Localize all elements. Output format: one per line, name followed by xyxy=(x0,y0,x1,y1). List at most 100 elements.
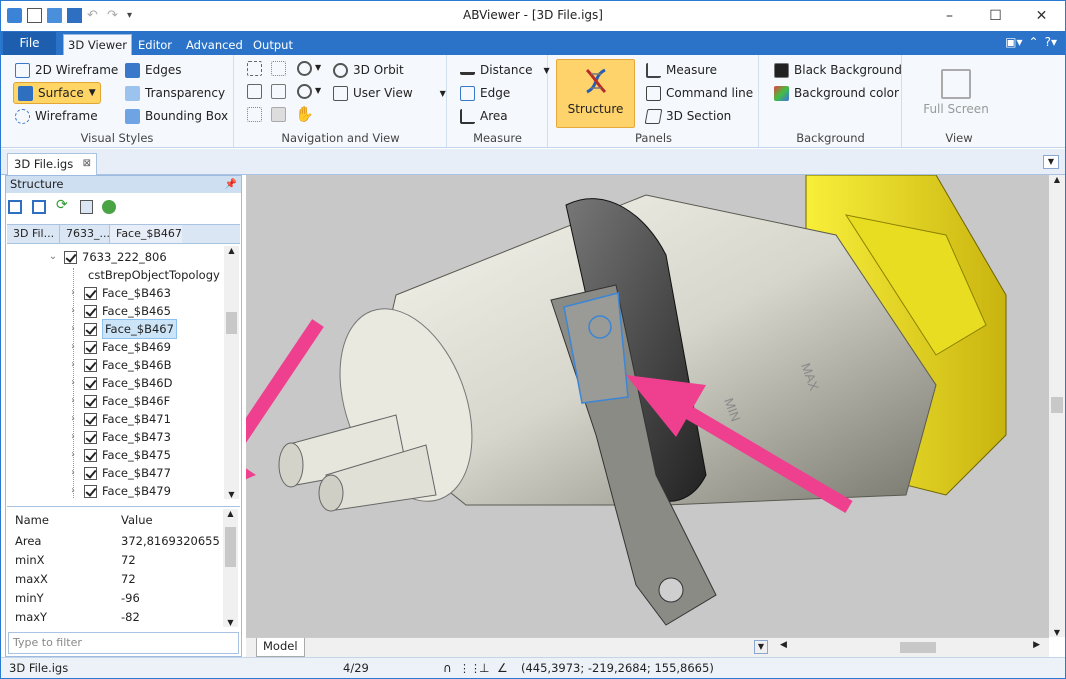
style-menu-icon[interactable]: ▣▾ xyxy=(1005,35,1022,49)
edge-measure-button[interactable]: Edge xyxy=(460,83,510,103)
tree-item-face[interactable]: › Face_$B465 xyxy=(68,302,171,320)
full-screen-button[interactable]: Full Screen xyxy=(903,102,1009,116)
pan-icon[interactable] xyxy=(247,84,262,99)
tab-3d-viewer[interactable]: 3D Viewer xyxy=(63,34,132,55)
property-row[interactable]: minX 72 xyxy=(7,551,227,570)
area-button[interactable]: Area xyxy=(460,106,508,126)
scroll-left-icon[interactable]: ◀ xyxy=(780,640,787,650)
tree-item-face[interactable]: › Face_$B473 xyxy=(68,428,171,446)
zoom-window-icon[interactable] xyxy=(271,61,286,76)
scrollbar-thumb[interactable] xyxy=(900,642,936,653)
measure-panel-button[interactable]: Measure xyxy=(646,60,717,80)
tree-item-face[interactable]: › Face_$B46B xyxy=(68,356,171,374)
tree-scrollbar[interactable]: ▲ ▼ xyxy=(224,246,239,499)
3d-viewport[interactable]: MIN MAX xyxy=(246,175,1049,637)
checkbox[interactable] xyxy=(84,376,97,390)
scroll-down-icon[interactable]: ▼ xyxy=(224,490,239,499)
wireframe-button[interactable]: Wireframe xyxy=(15,106,98,126)
close-tab-icon[interactable]: ⊠ xyxy=(83,154,91,174)
pin-icon[interactable]: 📌 xyxy=(225,176,237,193)
property-row[interactable]: maxX 72 xyxy=(7,570,227,589)
scroll-down-icon[interactable]: ▼ xyxy=(1049,628,1065,637)
checkbox[interactable] xyxy=(84,430,97,444)
expanded-chevron-icon[interactable]: ⌄ xyxy=(48,248,58,266)
tree-item-face[interactable]: › Face_$B475 xyxy=(68,446,171,464)
tab-advanced[interactable]: Advanced xyxy=(182,35,247,55)
checkbox[interactable] xyxy=(84,358,97,372)
zoom-extents-icon[interactable] xyxy=(247,61,262,76)
edges-button[interactable]: Edges xyxy=(125,60,181,80)
help-icon[interactable]: ?▾ xyxy=(1045,35,1057,49)
checkbox[interactable] xyxy=(84,466,97,480)
scroll-up-icon[interactable]: ▲ xyxy=(224,246,239,255)
tab-output[interactable]: Output xyxy=(249,35,297,55)
tree-item-face[interactable]: › Face_$B463 xyxy=(68,284,171,302)
tree-item-face[interactable]: › Face_$B477 xyxy=(68,464,171,482)
expand-all-icon[interactable] xyxy=(32,200,46,214)
checkbox[interactable] xyxy=(64,250,77,264)
tab-editor[interactable]: Editor xyxy=(134,35,176,55)
2d-wireframe-button[interactable]: 2D Wireframe xyxy=(15,60,118,80)
black-background-button[interactable]: Black Background xyxy=(774,60,902,80)
property-row[interactable]: Area 372,8169320655... xyxy=(7,532,227,551)
property-row[interactable]: maxY -82 xyxy=(7,608,227,627)
scrollbar-thumb[interactable] xyxy=(226,312,237,334)
maximize-button[interactable]: ☐ xyxy=(973,1,1018,31)
scroll-down-icon[interactable]: ▼ xyxy=(223,618,238,627)
ortho-icon[interactable]: ⊥ xyxy=(479,658,489,678)
fit-icon[interactable] xyxy=(271,84,286,99)
scrollbar-thumb[interactable] xyxy=(1051,397,1063,413)
scrollbar-thumb[interactable] xyxy=(225,527,236,567)
command-line-button[interactable]: Command line xyxy=(646,83,753,103)
structure-button[interactable]: Structure xyxy=(556,59,635,128)
viewport-vertical-scrollbar[interactable]: ▲ ▼ xyxy=(1049,175,1065,637)
checkbox[interactable] xyxy=(84,322,97,336)
scroll-up-icon[interactable]: ▲ xyxy=(1049,175,1065,184)
distance-button[interactable]: Distance ▼ xyxy=(460,60,550,80)
snap-magnet-icon[interactable]: ∩ xyxy=(443,658,452,678)
3d-orbit-button[interactable]: 3D Orbit xyxy=(333,60,404,80)
hand-icon[interactable]: ✋ xyxy=(295,105,314,123)
breadcrumb-item[interactable]: 7633_... xyxy=(59,225,110,243)
tree-item-face[interactable]: › Face_$B46F xyxy=(68,392,170,410)
properties-scrollbar[interactable]: ▲ ▼ xyxy=(223,509,238,627)
layout-dropdown-icon[interactable]: ▼ xyxy=(754,640,768,654)
minimize-button[interactable]: – xyxy=(927,1,972,31)
breadcrumb-item[interactable]: Face_$B467 xyxy=(109,225,182,243)
checkbox[interactable] xyxy=(84,304,97,318)
collapse-ribbon-icon[interactable]: ⌃ xyxy=(1029,35,1039,49)
horizontal-scrollbar[interactable]: ◀ ▶ xyxy=(780,640,1040,655)
tree-item-face[interactable]: › Face_$B469 xyxy=(68,338,171,356)
bounding-box-button[interactable]: Bounding Box xyxy=(125,106,228,126)
transparency-button[interactable]: Transparency xyxy=(125,83,225,103)
surface-button[interactable]: Surface ▼ xyxy=(13,82,101,104)
scroll-right-icon[interactable]: ▶ xyxy=(1033,640,1040,650)
dropdown-arrow-icon[interactable]: ▼ xyxy=(315,86,321,95)
user-view-button[interactable]: User View ▼ xyxy=(333,83,446,103)
tree-item-face[interactable]: › Face_$B479 xyxy=(68,482,171,499)
checkbox[interactable] xyxy=(84,412,97,426)
filter-input[interactable]: Type to filter xyxy=(8,632,239,654)
3d-section-button[interactable]: 3D Section xyxy=(644,106,731,126)
checkbox[interactable] xyxy=(84,340,97,354)
settings-icon[interactable] xyxy=(102,200,116,214)
tree-item-face[interactable]: › Face_$B471 xyxy=(68,410,171,428)
tree-root[interactable]: ⌄ 7633_222_806 xyxy=(48,248,167,266)
scroll-up-icon[interactable]: ▲ xyxy=(223,509,238,518)
tabs-dropdown-icon[interactable]: ▼ xyxy=(1043,155,1059,169)
zoom-out-icon[interactable] xyxy=(297,84,312,99)
checkbox[interactable] xyxy=(84,448,97,462)
document-tab[interactable]: 3D File.igs ⊠ xyxy=(7,153,97,175)
polar-icon[interactable]: ∠ xyxy=(497,658,508,678)
checkbox[interactable] xyxy=(84,484,97,498)
breadcrumb-item[interactable]: 3D Fil... xyxy=(7,225,54,243)
dropdown-arrow-icon[interactable]: ▼ xyxy=(315,63,321,72)
select-icon[interactable] xyxy=(247,107,262,122)
zoom-region-icon[interactable] xyxy=(271,107,286,122)
model-tab[interactable]: Model xyxy=(256,638,305,657)
file-menu-button[interactable]: File xyxy=(3,32,56,55)
property-row[interactable]: minY -96 xyxy=(7,589,227,608)
tree-item-face[interactable]: › Face_$B46D xyxy=(68,374,172,392)
grid-icon[interactable]: ⋮⋮ xyxy=(459,658,481,678)
properties-icon[interactable] xyxy=(80,200,93,214)
